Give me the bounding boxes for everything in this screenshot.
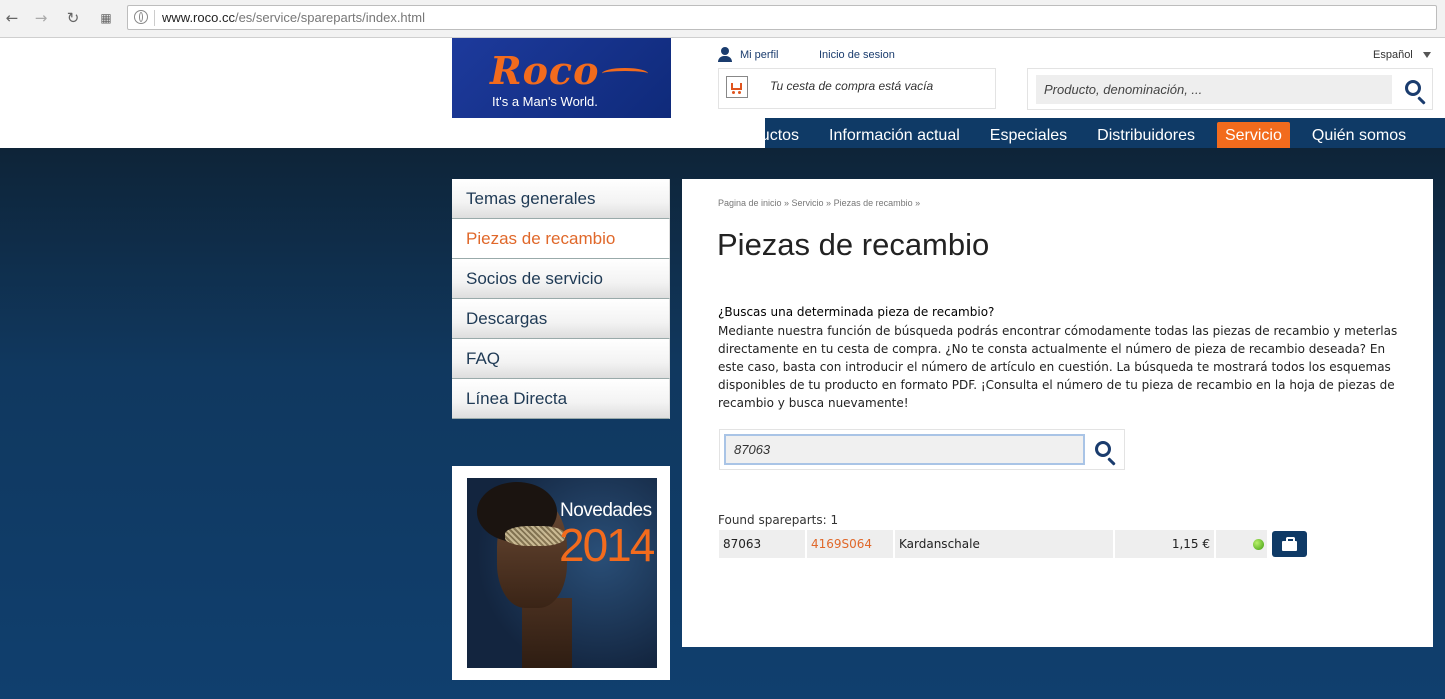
promo-image: Novedades 2014 [467,478,657,668]
shopping-bag-icon [1282,537,1297,551]
promo-mask [505,526,565,546]
article-number-cell: 87063 [719,530,805,558]
sidebar-item-descargas[interactable]: Descargas [452,299,670,339]
logo-tagline: It's a Man's World. [492,94,598,109]
sparepart-search [719,429,1125,470]
header-search-input[interactable] [1036,75,1392,104]
login-link[interactable]: Inicio de sesion [819,49,895,61]
logo-swoosh [602,68,648,79]
address-bar[interactable]: www.roco.cc/es/service/spareparts/index.… [127,5,1437,30]
url-text: www.roco.cc/es/service/spareparts/index.… [162,10,425,25]
add-to-cart-button[interactable] [1272,531,1307,557]
back-arrow-icon[interactable]: ← [3,9,21,27]
nav-item-servicio[interactable]: Servicio [1216,122,1290,150]
shopping-cart-icon [726,76,748,98]
roco-logo[interactable]: Roco It's a Man's World. [452,38,671,119]
sparepart-search-input[interactable] [724,434,1085,465]
search-icon[interactable] [1405,80,1421,96]
service-sidebar: Temas generales Piezas de recambio Socio… [452,179,670,419]
intro-text: Mediante nuestra función de búsqueda pod… [718,324,1398,410]
sidebar-item-faq[interactable]: FAQ [452,339,670,379]
part-number-link[interactable]: 4169S064 [807,530,893,558]
sidebar-item-temas-generales[interactable]: Temas generales [452,179,670,219]
nav-bar-mask [0,118,705,148]
forward-arrow-icon[interactable]: → [32,9,50,27]
availability-dot-icon [1253,539,1264,550]
globe-icon [134,10,148,24]
breadcrumb[interactable]: Pagina de inicio » Servicio » Piezas de … [718,198,920,208]
header-search [1027,68,1433,110]
chevron-down-icon[interactable] [1423,52,1431,58]
sidebar-item-piezas-de-recambio[interactable]: Piezas de recambio [452,219,670,259]
intro-question: ¿Buscas una determinada pieza de recambi… [718,305,995,319]
sidebar-item-socios-de-servicio[interactable]: Socios de servicio [452,259,670,299]
url-host: www.roco.cc [162,10,235,25]
my-profile-link[interactable]: Mi perfil [740,49,779,61]
page-title: Piezas de recambio [717,227,990,262]
promo-banner[interactable]: Novedades 2014 [452,466,670,680]
user-icon [718,47,732,63]
part-name-cell: Kardanschale [895,530,1113,558]
cart-status-text: Tu cesta de compra está vacía [770,79,934,93]
results-count: Found spareparts: 1 [718,513,839,527]
url-path: /es/service/spareparts/index.html [234,10,425,25]
search-icon[interactable] [1095,441,1111,457]
main-content: Pagina de inicio » Servicio » Piezas de … [682,179,1433,647]
logo-brand: Roco [490,48,600,93]
promo-year: 2014 [559,519,655,571]
reload-icon[interactable]: ↻ [64,9,82,27]
sidebar-item-linea-directa[interactable]: Línea Directa [452,379,670,419]
mini-cart[interactable]: Tu cesta de compra está vacía [718,68,996,109]
apps-grid-icon[interactable]: ▦ [97,9,115,27]
promo-neck [522,598,572,668]
language-selector[interactable]: Español [1373,49,1413,61]
price-cell: 1,15 € [1115,530,1214,558]
address-divider [154,10,155,26]
table-row: 87063 4169S064 Kardanschale 1,15 € [719,530,1269,558]
browser-toolbar: ← → ↻ ▦ www.roco.cc/es/service/sparepart… [0,0,1445,38]
